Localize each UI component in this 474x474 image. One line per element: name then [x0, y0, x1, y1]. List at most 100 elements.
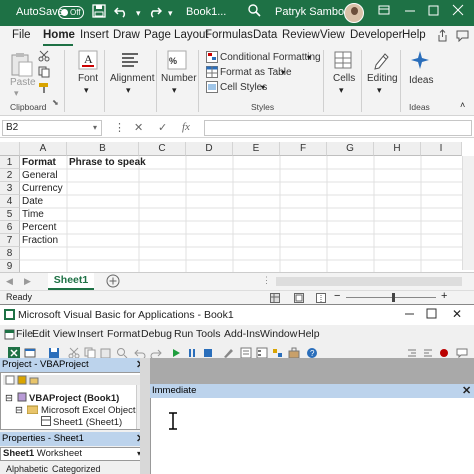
column-header-d[interactable]: D [186, 142, 233, 156]
horizontal-scrollbar[interactable] [276, 277, 462, 286]
autosave-toggle[interactable]: Off [58, 6, 84, 19]
zoom-in-icon[interactable]: + [441, 290, 447, 302]
vba-menu-edit[interactable]: Edit [32, 328, 50, 340]
tab-review[interactable]: Review [282, 29, 320, 41]
vertical-scrollbar[interactable] [462, 156, 474, 270]
tab-draw[interactable]: Draw [113, 29, 140, 41]
ideas-icon[interactable] [410, 50, 430, 75]
cell-a3[interactable]: Currency [20, 182, 63, 195]
clipboard-launcher-icon[interactable]: ⬊ [52, 98, 59, 107]
avatar[interactable] [344, 3, 364, 23]
name-box-dropdown-icon[interactable]: ▾ [93, 123, 97, 132]
scroll-sheets-right-icon[interactable]: ▶ [24, 276, 31, 287]
number-format-icon[interactable]: % [167, 50, 187, 73]
column-header-g[interactable]: G [327, 142, 374, 156]
redo-icon[interactable] [148, 4, 163, 21]
tree-item-sheet1[interactable]: Sheet1 (Sheet1) [53, 417, 122, 428]
row-header-2[interactable]: 2 [0, 169, 20, 182]
sheet-tab-sheet1[interactable]: Sheet1 [48, 273, 94, 290]
font-dropdown-icon[interactable]: ▾ [84, 85, 89, 96]
search-icon[interactable] [248, 4, 261, 20]
vba-menu-debug[interactable]: Debug [141, 328, 172, 340]
format-as-table-dropdown-icon[interactable]: ▾ [281, 68, 285, 77]
number-dropdown-icon[interactable]: ▾ [172, 85, 177, 96]
cell-a1[interactable]: Format [20, 156, 56, 169]
vba-menu-window[interactable]: Window [260, 328, 297, 340]
tab-help[interactable]: Help [402, 29, 426, 41]
row-header-7[interactable]: 7 [0, 234, 20, 247]
immediate-window[interactable] [150, 398, 474, 474]
tab-file[interactable]: File [12, 29, 31, 41]
tab-developer[interactable]: Developer [350, 29, 402, 41]
name-box[interactable]: B2 [2, 120, 102, 136]
formula-input[interactable] [204, 120, 472, 136]
column-header-c[interactable]: C [139, 142, 186, 156]
conditional-formatting-dropdown-icon[interactable]: ▾ [307, 53, 311, 62]
vba-menu-insert[interactable]: Insert [77, 328, 103, 340]
cell-a7[interactable]: Fraction [20, 234, 58, 247]
column-header-f[interactable]: F [280, 142, 327, 156]
minimize-icon[interactable] [404, 4, 416, 19]
tree-item-vbaproject[interactable]: VBAProject (Book1) [29, 393, 119, 404]
column-header-e[interactable]: E [233, 142, 280, 156]
vba-close-icon[interactable]: ✕ [452, 307, 462, 321]
column-header-a[interactable]: A [20, 142, 67, 156]
comments-icon[interactable] [456, 29, 469, 45]
tab-home[interactable]: Home [43, 29, 75, 41]
column-header-h[interactable]: H [374, 142, 421, 156]
share-icon[interactable] [436, 29, 449, 45]
tab-formulas[interactable]: Formulas [205, 29, 253, 41]
editing-icon[interactable] [371, 50, 391, 73]
undo-dropdown-icon[interactable]: ▾ [136, 8, 141, 19]
vba-menu-view[interactable]: View [53, 328, 76, 340]
format-as-table-icon[interactable] [206, 66, 218, 81]
cell-a6[interactable]: Percent [20, 221, 56, 234]
cell-styles-dropdown-icon[interactable]: ▾ [261, 83, 265, 92]
row-header-8[interactable]: 8 [0, 247, 20, 260]
cells-dropdown-icon[interactable]: ▾ [339, 85, 344, 96]
collapse-ribbon-icon[interactable]: ˄ [460, 100, 465, 110]
toggle-folders-icon[interactable] [29, 375, 39, 385]
tree-expand-icon[interactable]: ⊟ [5, 393, 13, 404]
vba-menu-add-ins[interactable]: Add-Ins [224, 328, 260, 340]
zoom-slider[interactable] [346, 297, 436, 298]
zoom-out-icon[interactable]: − [334, 290, 340, 302]
cell-a2[interactable]: General [20, 169, 58, 182]
zoom-slider-thumb[interactable] [392, 293, 395, 302]
save-icon[interactable] [92, 4, 106, 21]
column-header-b[interactable]: B [67, 142, 139, 156]
properties-object-select[interactable]: Sheet1 Worksheet ▾ [0, 447, 148, 461]
tab-categorized[interactable]: Categorized [52, 464, 101, 474]
editing-dropdown-icon[interactable]: ▾ [377, 85, 382, 96]
tab-insert[interactable]: Insert [80, 29, 109, 41]
font-icon[interactable]: A [78, 50, 98, 73]
maximize-icon[interactable] [428, 4, 440, 19]
scroll-sheets-left-icon[interactable]: ◀ [6, 276, 13, 287]
vba-menu-run[interactable]: Run [174, 328, 193, 340]
pane-splitter[interactable] [140, 358, 150, 474]
vba-menu-tools[interactable]: Tools [196, 328, 221, 340]
cut-icon[interactable] [38, 50, 50, 65]
cell-a4[interactable]: Date [20, 195, 43, 208]
immediate-pane-close-icon[interactable]: ✕ [462, 384, 471, 397]
undo-icon[interactable] [113, 4, 128, 21]
vba-minimize-icon[interactable] [404, 308, 415, 322]
ribbon-display-icon[interactable] [378, 4, 390, 19]
cell-styles-icon[interactable] [206, 81, 218, 96]
row-header-4[interactable]: 4 [0, 195, 20, 208]
more-options-icon[interactable]: ⋮ [262, 275, 271, 286]
row-header-3[interactable]: 3 [0, 182, 20, 195]
vba-menu-file[interactable]: File [16, 328, 33, 340]
tree-expand-icon[interactable]: ⊟ [15, 405, 23, 416]
alignment-icon[interactable] [120, 50, 140, 73]
paste-dropdown-icon[interactable]: ▾ [14, 88, 19, 99]
row-header-1[interactable]: 1 [0, 156, 20, 169]
insert-function-icon[interactable]: fx [182, 121, 190, 133]
conditional-formatting-icon[interactable] [206, 51, 218, 66]
customize-toolbar-icon[interactable]: ▾ [168, 8, 173, 19]
vba-menu-help[interactable]: Help [298, 328, 320, 340]
view-object-icon[interactable] [17, 375, 27, 385]
cell-b1[interactable]: Phrase to speak [67, 156, 146, 169]
vba-maximize-icon[interactable] [426, 308, 437, 322]
conditional-formatting-button[interactable]: Conditional Formatting [220, 52, 321, 63]
